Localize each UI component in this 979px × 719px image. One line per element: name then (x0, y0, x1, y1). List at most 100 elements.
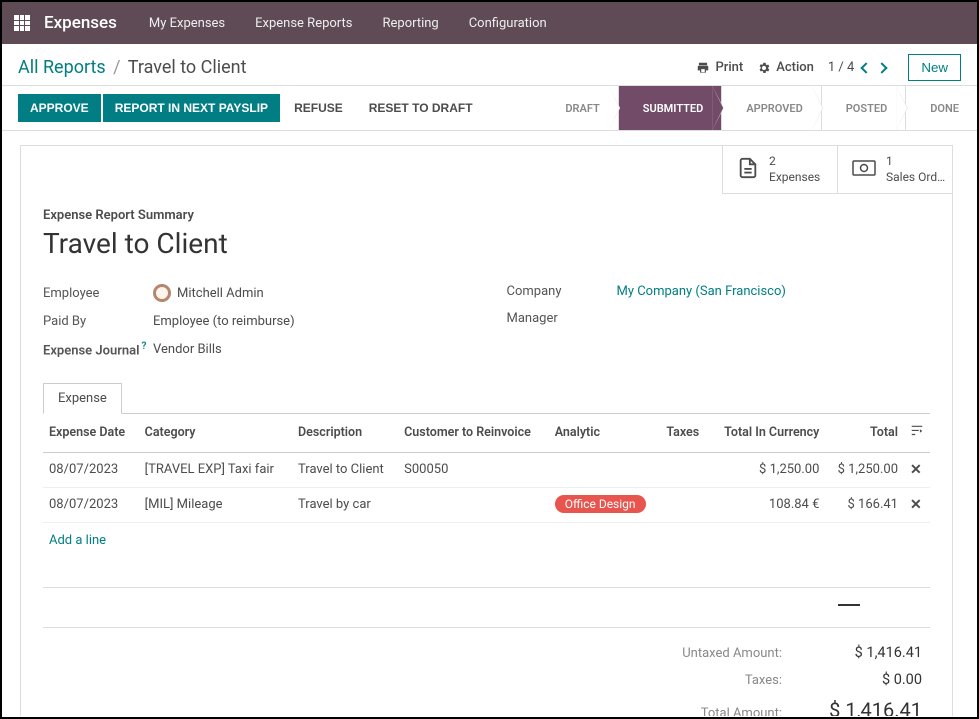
cell-analytic: Office Design (549, 487, 661, 522)
delete-row-icon[interactable]: ✕ (904, 452, 930, 487)
analytic-tag[interactable]: Office Design (555, 495, 646, 513)
cell-category: [TRAVEL EXP] Taxi fair (139, 452, 292, 487)
th-total[interactable]: Total (825, 414, 904, 453)
status-approved[interactable]: APPROVED (721, 86, 820, 130)
help-icon[interactable]: ? (142, 341, 147, 352)
paidby-value[interactable]: Employee (to reimburse) (153, 314, 295, 329)
breadcrumb-parent[interactable]: All Reports (18, 57, 106, 78)
table-row[interactable]: 08/07/2023 [TRAVEL EXP] Taxi fair Travel… (43, 452, 930, 487)
cell-taxes (660, 487, 709, 522)
status-submitted[interactable]: SUBMITTED (618, 86, 722, 130)
th-currency[interactable]: Total In Currency (709, 414, 825, 453)
untaxed-label: Untaxed Amount: (642, 646, 782, 661)
top-nav: Expenses My Expenses Expense Reports Rep… (2, 2, 977, 44)
sub-panel (43, 587, 930, 627)
form-sheet: 2 Expenses 1 Sales Ord... Expense Report… (20, 145, 953, 716)
cell-desc: Travel to Client (292, 452, 398, 487)
nav-my-expenses[interactable]: My Expenses (141, 12, 233, 35)
th-category[interactable]: Category (139, 414, 292, 453)
page-title[interactable]: Travel to Client (43, 227, 930, 260)
action-label: Action (776, 60, 814, 75)
report-payslip-button[interactable]: REPORT IN NEXT PAYSLIP (103, 94, 280, 122)
cell-date: 08/07/2023 (43, 452, 139, 487)
employee-label: Employee (43, 286, 153, 301)
th-description[interactable]: Description (292, 414, 398, 453)
stat-expenses[interactable]: 2 Expenses (722, 146, 837, 194)
new-button[interactable]: New (908, 54, 961, 81)
journal-value[interactable]: Vendor Bills (153, 342, 222, 357)
status-bar: DRAFT SUBMITTED APPROVED POSTED DONE (541, 86, 977, 130)
employee-value[interactable]: Mitchell Admin (153, 284, 264, 302)
apps-icon[interactable] (14, 15, 30, 31)
pager-text: 1 / 4 (828, 60, 854, 75)
taxes-label: Taxes: (642, 673, 782, 688)
print-label: Print (715, 60, 743, 75)
sheet-body: Expense Report Summary Travel to Client … (21, 194, 952, 716)
total-label: Total Amount: (642, 706, 782, 716)
print-icon (696, 61, 710, 75)
main-scroll[interactable]: 2 Expenses 1 Sales Ord... Expense Report… (2, 131, 977, 716)
status-done[interactable]: DONE (905, 86, 977, 130)
stat-sales-orders[interactable]: 1 Sales Ord... (837, 146, 952, 194)
chevron-left-icon[interactable] (861, 62, 872, 73)
columns-settings-icon[interactable] (910, 427, 924, 442)
status-draft[interactable]: DRAFT (541, 86, 617, 130)
cell-cust: S00050 (398, 452, 549, 487)
action-buttons: APPROVE REPORT IN NEXT PAYSLIP REFUSE RE… (2, 86, 501, 130)
nav-expense-reports[interactable]: Expense Reports (247, 12, 360, 35)
delete-row-icon[interactable]: ✕ (904, 487, 930, 522)
approve-button[interactable]: APPROVE (18, 94, 101, 122)
nav-reporting[interactable]: Reporting (374, 12, 446, 35)
company-value[interactable]: My Company (San Francisco) (617, 284, 786, 299)
cell-cur: 108.84 € (709, 487, 825, 522)
cell-total: $ 166.41 (825, 487, 904, 522)
chevron-right-icon[interactable] (877, 62, 888, 73)
action-bar: All Reports / Travel to Client Print Act… (2, 44, 977, 85)
cell-analytic (549, 452, 661, 487)
app-title[interactable]: Expenses (44, 13, 117, 33)
breadcrumb-current: Travel to Client (128, 57, 247, 78)
total-value: $ 1,416.41 (812, 698, 922, 716)
cell-cur: $ 1,250.00 (709, 452, 825, 487)
tabs: Expense Expense Date Category Descriptio… (43, 383, 930, 716)
print-button[interactable]: Print (696, 60, 743, 75)
action-button[interactable]: Action (757, 60, 814, 75)
add-line-label: Add a line (43, 522, 930, 557)
stat-so-label: Sales Ord... (886, 170, 946, 186)
fields-grid: Employee Mitchell Admin Paid By Employee… (43, 278, 930, 364)
refuse-button[interactable]: REFUSE (282, 94, 355, 122)
th-taxes[interactable]: Taxes (660, 414, 709, 453)
cell-category: [MIL] Mileage (139, 487, 292, 522)
stat-expenses-label: Expenses (769, 170, 820, 186)
status-posted[interactable]: POSTED (821, 86, 906, 130)
cell-taxes (660, 452, 709, 487)
cell-date: 08/07/2023 (43, 487, 139, 522)
manager-label: Manager (507, 311, 617, 326)
avatar-icon (153, 284, 171, 302)
stat-expenses-count: 2 (769, 154, 820, 170)
th-date[interactable]: Expense Date (43, 414, 139, 453)
summary-caption: Expense Report Summary (43, 208, 930, 223)
stat-so-count: 1 (886, 154, 946, 170)
breadcrumb: All Reports / Travel to Client (18, 57, 247, 78)
cell-desc: Travel by car (292, 487, 398, 522)
taxes-value: $ 0.00 (812, 671, 922, 688)
reset-draft-button[interactable]: RESET TO DRAFT (357, 94, 485, 122)
paidby-label: Paid By (43, 314, 153, 329)
breadcrumb-sep: / (113, 57, 120, 78)
expense-table: Expense Date Category Description Custom… (43, 414, 930, 557)
gear-icon (757, 61, 771, 75)
employee-name: Mitchell Admin (177, 286, 264, 301)
collapse-icon[interactable] (838, 604, 860, 606)
th-analytic[interactable]: Analytic (549, 414, 661, 453)
th-customer[interactable]: Customer to Reinvoice (398, 414, 549, 453)
tab-expense[interactable]: Expense (43, 383, 122, 414)
cell-total: $ 1,250.00 (825, 452, 904, 487)
add-line-row[interactable]: Add a line (43, 522, 930, 557)
actions-right: Print Action 1 / 4 New (696, 54, 961, 81)
totals: Untaxed Amount: $ 1,416.41 Taxes: $ 0.00… (43, 627, 930, 716)
table-row[interactable]: 08/07/2023 [MIL] Mileage Travel by car O… (43, 487, 930, 522)
cell-cust (398, 487, 549, 522)
untaxed-value: $ 1,416.41 (812, 644, 922, 661)
nav-configuration[interactable]: Configuration (461, 12, 555, 35)
